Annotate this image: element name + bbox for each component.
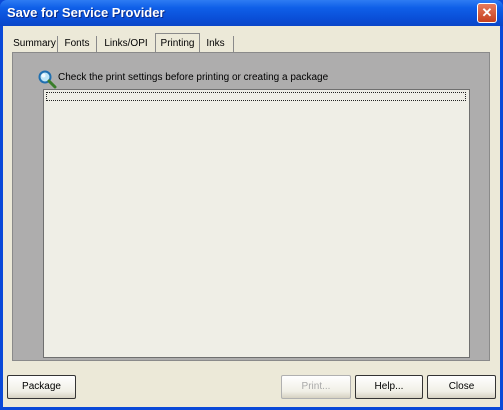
tab-label: Printing [160,38,195,49]
tab-fonts[interactable]: Fonts [58,36,97,52]
tab-summary[interactable]: Summary [12,36,58,52]
magnifier-icon [38,70,57,89]
title-bar[interactable]: Save for Service Provider ✕ [0,0,503,26]
print-settings-list[interactable] [43,89,470,358]
tab-label: Fonts [64,38,90,49]
close-button[interactable]: Close [427,375,496,399]
tab-label: Links/OPI [104,38,148,49]
print-button[interactable]: Print... [281,375,351,399]
close-icon[interactable]: ✕ [477,3,497,23]
help-button[interactable]: Help... [355,375,423,399]
list-item[interactable] [46,92,466,101]
tab-label: Summary [13,38,56,49]
dialog-window: Save for Service Provider ✕ Summary Font… [0,0,503,410]
package-button[interactable]: Package [7,375,76,399]
info-message: Check the print settings before printing… [58,72,329,83]
tab-label: Inks [206,38,225,49]
window-title: Save for Service Provider [7,5,165,20]
tab-links-opi[interactable]: Links/OPI [97,36,155,52]
tab-inks[interactable]: Inks [198,36,234,52]
tab-printing[interactable]: Printing [155,33,200,53]
dialog-body: Summary Fonts Links/OPI Printing Inks Ch… [3,26,500,407]
